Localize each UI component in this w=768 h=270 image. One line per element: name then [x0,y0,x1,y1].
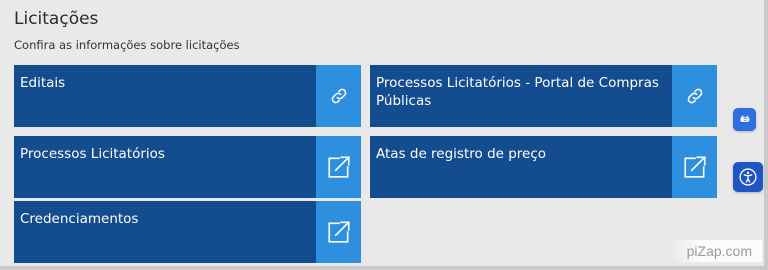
card-icon-box[interactable] [672,65,717,127]
section-title: Licitações [14,9,99,29]
accessibility-button[interactable] [733,162,763,192]
section-subtitle: Confira as informações sobre licitações [14,38,240,52]
card-portal-compras-publicas[interactable]: Processos Licitatórios - Portal de Compr… [370,65,717,127]
sign-language-hands-icon [739,114,750,122]
card-editais[interactable]: Editais [14,65,361,127]
external-link-icon [327,221,350,243]
vlibras-button[interactable] [733,108,756,131]
card-label: Processos Licitatórios - Portal de Compr… [376,75,659,109]
card-icon-box[interactable] [316,65,361,127]
card-icon-box[interactable] [672,136,717,198]
card-icon-box[interactable] [316,136,361,198]
link-icon [331,88,346,104]
accessibility-person-icon [739,168,757,186]
card-label: Editais [20,75,66,91]
card-credenciamentos[interactable]: Credenciamentos [14,201,361,263]
card-label: Processos Licitatórios [20,146,165,162]
external-link-icon [683,156,706,178]
link-icon [687,88,702,104]
card-icon-box[interactable] [316,201,361,263]
pizap-watermark: piZap.com [670,240,762,262]
card-label: Credenciamentos [20,211,139,227]
card-atas-registro-preco[interactable]: Atas de registro de preço [370,136,717,198]
external-link-icon [327,156,350,178]
card-processos-licitatorios[interactable]: Processos Licitatórios [14,136,361,198]
card-label: Atas de registro de preço [376,146,547,162]
